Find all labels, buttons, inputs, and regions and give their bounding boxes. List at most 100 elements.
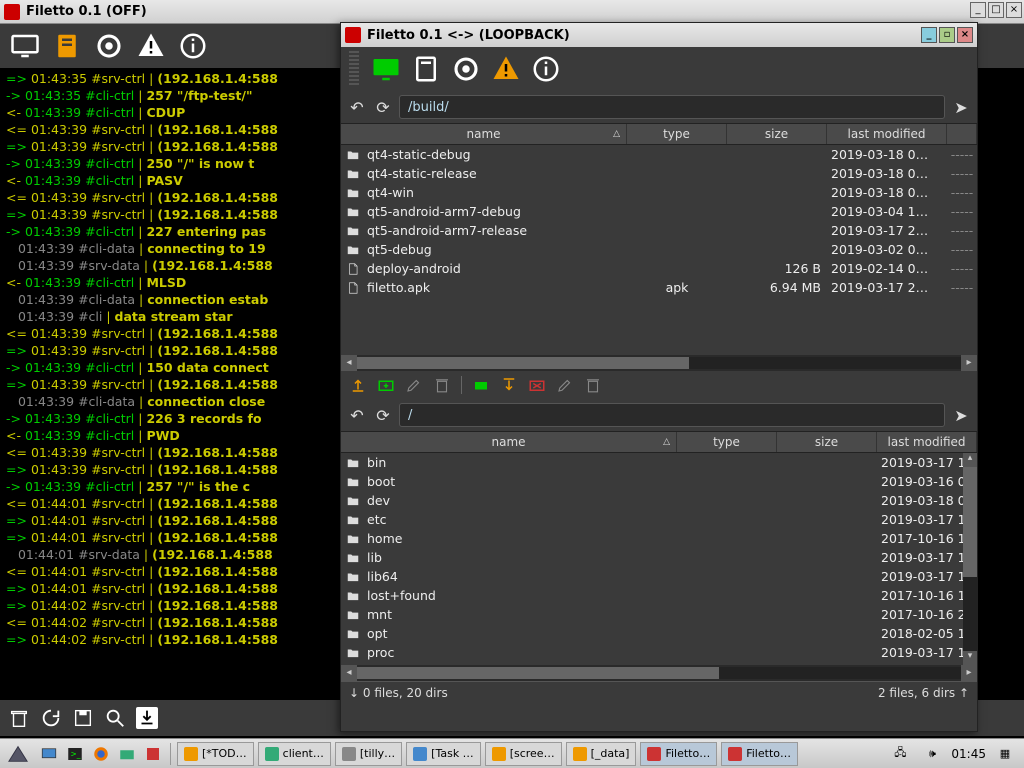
terminal-icon[interactable]: >_ (64, 743, 86, 765)
remote-hscrollbar[interactable]: ◂ ▸ (341, 355, 977, 371)
desktop-max-button[interactable]: □ (988, 2, 1004, 18)
gear-icon[interactable] (92, 29, 126, 63)
local-file-list[interactable]: bin2019-03-17 1boot2019-03-16 0dev2019-0… (341, 453, 977, 665)
close-button[interactable]: × (957, 27, 973, 43)
monitor-icon[interactable] (8, 29, 42, 63)
column-extra[interactable] (947, 124, 977, 144)
file-row[interactable]: qt4-static-release2019-03-18 0…----- (341, 164, 977, 183)
file-row[interactable]: filetto.apkapk6.94 MB2019-03-17 2…----- (341, 278, 977, 297)
gear-icon[interactable] (449, 52, 483, 86)
filemanager-icon[interactable] (116, 743, 138, 765)
file-row[interactable]: bin2019-03-17 1 (341, 453, 977, 472)
tray-icon[interactable]: ▦ (994, 743, 1016, 765)
column-type[interactable]: type (677, 432, 777, 452)
delete2-icon[interactable] (584, 376, 602, 394)
edit-icon[interactable] (405, 376, 423, 394)
clock[interactable]: 01:45 (951, 747, 986, 761)
tray-icon[interactable]: 🖧 (889, 743, 911, 765)
file-row[interactable]: lost+found2017-10-16 1 (341, 586, 977, 605)
file-row[interactable]: dev2019-03-18 0 (341, 491, 977, 510)
app-icon (4, 4, 20, 20)
local-vscrollbar[interactable]: ▴▾ (963, 453, 977, 665)
search-icon[interactable] (104, 707, 126, 729)
download-icon[interactable] (500, 376, 518, 394)
file-row[interactable]: proc2019-03-17 1 (341, 643, 977, 662)
show-desktop-icon[interactable] (38, 743, 60, 765)
column-modified[interactable]: last modified (827, 124, 947, 144)
maximize-button[interactable]: ▫ (939, 27, 955, 43)
file-row[interactable]: qt5-debug2019-03-02 0…----- (341, 240, 977, 259)
newfolder-icon[interactable] (377, 376, 395, 394)
info-icon[interactable] (529, 52, 563, 86)
task-button[interactable]: [_data] (566, 742, 637, 766)
start-button[interactable] (4, 741, 32, 767)
trash-icon[interactable] (8, 707, 30, 729)
file-row[interactable]: qt4-static-debug2019-03-18 0…----- (341, 145, 977, 164)
delete-icon[interactable] (433, 376, 451, 394)
file-titlebar[interactable]: Filetto 0.1 <-> (LOOPBACK) _ ▫ × (341, 23, 977, 47)
task-button[interactable]: [tilly… (335, 742, 402, 766)
remote-file-list[interactable]: qt4-static-debug2019-03-18 0…-----qt4-st… (341, 145, 977, 355)
task-button[interactable]: [*TOD… (177, 742, 254, 766)
scroll-right-icon[interactable]: ▸ (961, 355, 977, 371)
column-name[interactable]: name△ (341, 124, 627, 144)
undo-icon[interactable]: ↶ (347, 405, 367, 425)
file-row[interactable]: qt5-android-arm7-release2019-03-17 2…---… (341, 221, 977, 240)
refresh-icon[interactable]: ⟳ (373, 405, 393, 425)
file-row[interactable]: etc2019-03-17 1 (341, 510, 977, 529)
send-icon[interactable]: ➤ (951, 97, 971, 117)
undo-icon[interactable]: ↶ (347, 97, 367, 117)
file-row[interactable]: qt5-android-arm7-debug2019-03-04 1…----- (341, 202, 977, 221)
desktop-min-button[interactable]: _ (970, 2, 986, 18)
status-bar: ↓ 0 files, 20 dirs 2 files, 6 dirs ↑ (341, 681, 977, 703)
task-button[interactable]: Filetto… (721, 742, 798, 766)
column-type[interactable]: type (627, 124, 727, 144)
task-button[interactable]: client… (258, 742, 331, 766)
scroll-left-icon[interactable]: ◂ (341, 665, 357, 681)
reload-icon[interactable] (40, 707, 62, 729)
stop-icon[interactable] (528, 376, 546, 394)
task-button[interactable]: [scree… (485, 742, 562, 766)
tray-icon[interactable]: 🕪 (921, 743, 943, 765)
local-hscrollbar[interactable]: ◂ ▸ (341, 665, 977, 681)
toolbar-grip[interactable] (349, 51, 359, 87)
refresh-icon[interactable]: ⟳ (373, 97, 393, 117)
column-size[interactable]: size (727, 124, 827, 144)
task-button[interactable]: [Task … (406, 742, 481, 766)
column-name[interactable]: name△ (341, 432, 677, 452)
app-launcher-icon[interactable] (142, 743, 164, 765)
send-icon[interactable]: ➤ (951, 405, 971, 425)
save-icon[interactable] (72, 707, 94, 729)
transfer-actions (341, 371, 977, 399)
file-row[interactable]: lib2019-03-17 1 (341, 548, 977, 567)
warning-icon[interactable] (489, 52, 523, 86)
warning-icon[interactable] (134, 29, 168, 63)
task-button[interactable]: Filetto… (640, 742, 717, 766)
file-row[interactable]: home2017-10-16 1 (341, 529, 977, 548)
edit2-icon[interactable] (556, 376, 574, 394)
info-icon[interactable] (176, 29, 210, 63)
column-size[interactable]: size (777, 432, 877, 452)
server-icon[interactable] (409, 52, 443, 86)
file-row[interactable]: qt4-win2019-03-18 0…----- (341, 183, 977, 202)
separator (170, 743, 171, 765)
file-row[interactable]: mnt2017-10-16 2 (341, 605, 977, 624)
file-row[interactable]: opt2018-02-05 1 (341, 624, 977, 643)
firefox-icon[interactable] (90, 743, 112, 765)
upload-icon[interactable] (349, 376, 367, 394)
scroll-left-icon[interactable]: ◂ (341, 355, 357, 371)
log-titlebar[interactable]: Filetto 0.1 (OFF) (0, 0, 1024, 24)
desktop-close-button[interactable]: × (1006, 2, 1022, 18)
server-icon[interactable] (50, 29, 84, 63)
monitor-icon[interactable] (369, 52, 403, 86)
drive-icon[interactable] (472, 376, 490, 394)
file-row[interactable]: lib642019-03-17 1 (341, 567, 977, 586)
remote-path-input[interactable] (399, 95, 945, 119)
local-path-input[interactable] (399, 403, 945, 427)
download-icon[interactable] (136, 707, 158, 729)
file-row[interactable]: deploy-android126 B2019-02-14 0…----- (341, 259, 977, 278)
column-modified[interactable]: last modified (877, 432, 977, 452)
minimize-button[interactable]: _ (921, 27, 937, 43)
scroll-right-icon[interactable]: ▸ (961, 665, 977, 681)
file-row[interactable]: boot2019-03-16 0 (341, 472, 977, 491)
